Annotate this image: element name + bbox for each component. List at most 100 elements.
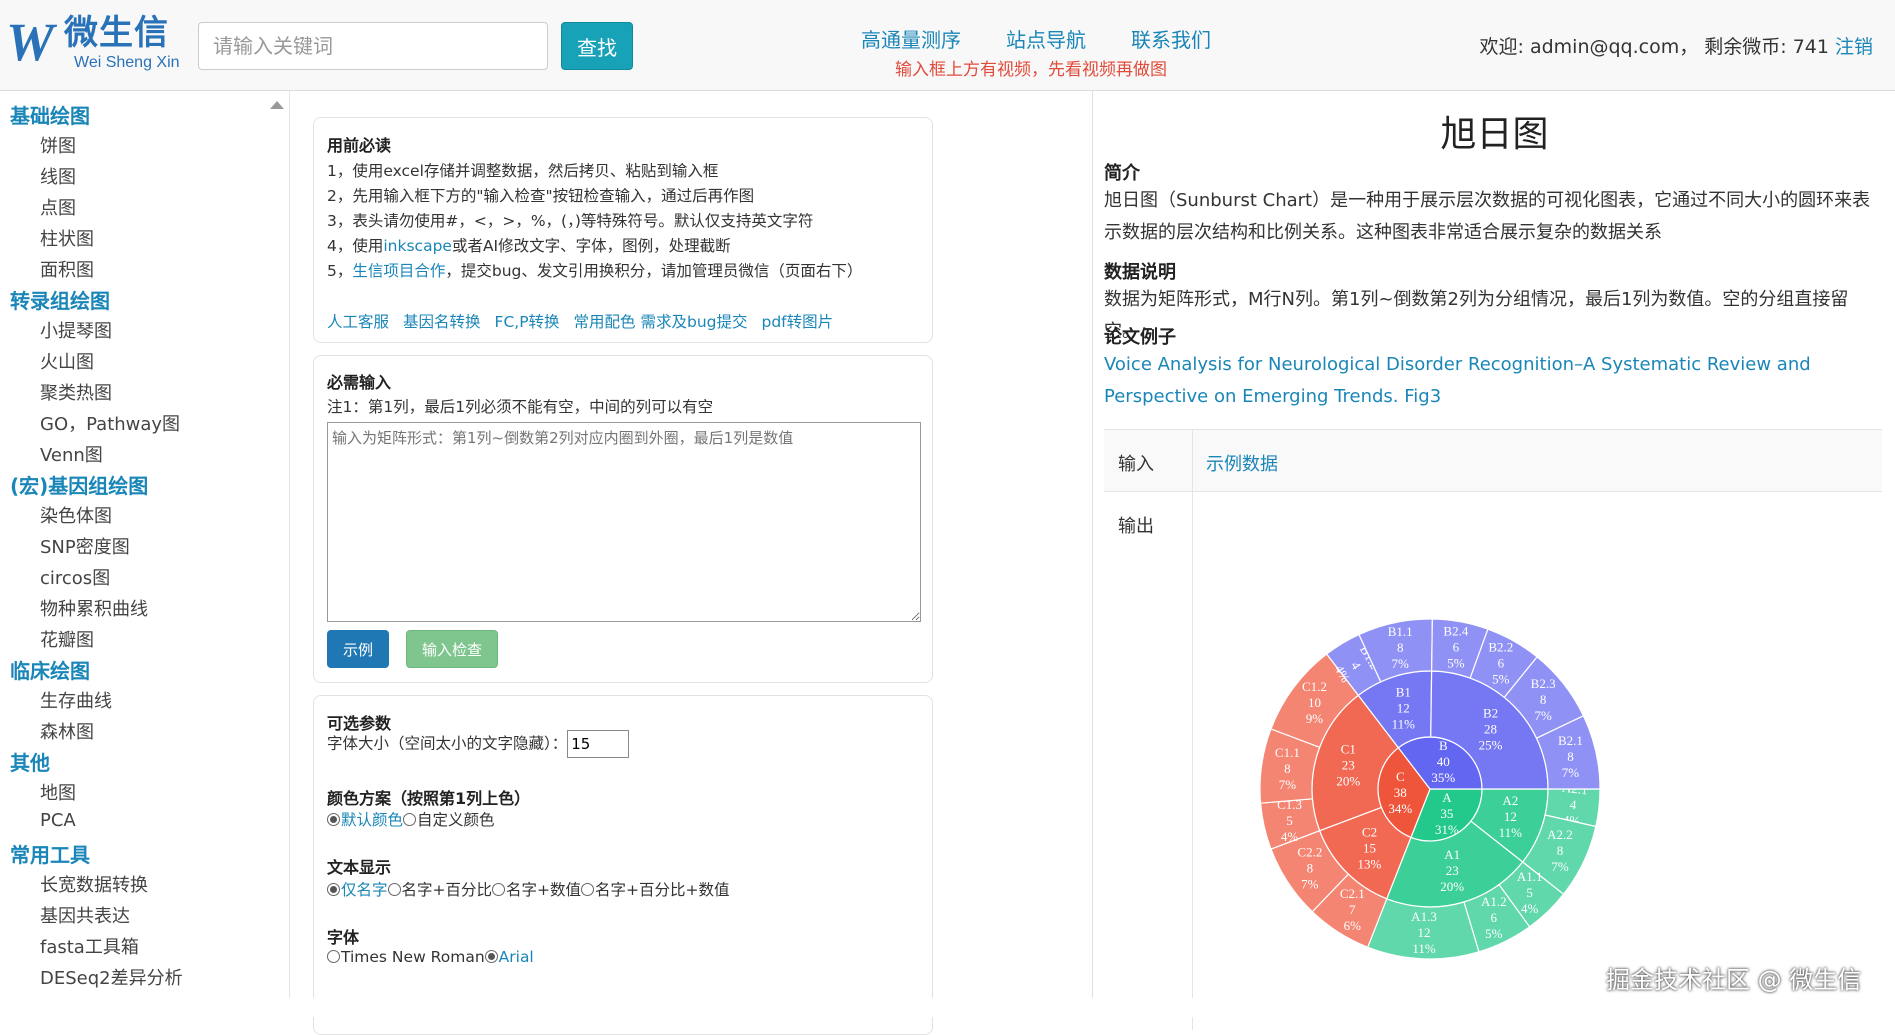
name-percent-value-label[interactable]: 名字+百分比+数值: [595, 881, 729, 899]
text-display-options: 仅名字 名字+百分比 名字+数值 名字+百分比+数值: [327, 878, 730, 900]
sunburst-text: C1.2: [1302, 679, 1327, 694]
site-logo[interactable]: W 微生信 Wei Sheng Xin: [6, 14, 181, 74]
sidebar-item-long-wide[interactable]: 长宽数据转换: [40, 871, 148, 897]
readme-line-4: 4，使用inkscape或者AI修改文字、字体，图例，处理截断: [327, 234, 731, 256]
nav-site-guide-link[interactable]: 站点导航: [1006, 24, 1086, 53]
sunburst-text: C1: [1341, 742, 1356, 757]
sidebar-item-venn[interactable]: Venn图: [40, 441, 103, 467]
fc-p-convert-link[interactable]: FC,P转换: [495, 313, 560, 331]
default-color-label[interactable]: 默认颜色: [341, 811, 403, 829]
custom-color-label[interactable]: 自定义颜色: [417, 811, 495, 829]
logo-letter: W: [6, 12, 55, 72]
palette-bug-link[interactable]: 常用配色 需求及bug提交: [574, 313, 748, 331]
sunburst-text: 40: [1437, 754, 1450, 769]
sidebar-item-survival[interactable]: 生存曲线: [40, 687, 112, 713]
customer-service-link[interactable]: 人工客服: [327, 313, 389, 331]
sidebar-item-fasta-tools[interactable]: fasta工具箱: [40, 933, 139, 959]
sunburst-text: 7%: [1301, 876, 1319, 891]
sidebar-item-violin[interactable]: 小提琴图: [40, 317, 112, 343]
sunburst-text: 28: [1484, 721, 1497, 736]
nav-sequencing-link[interactable]: 高通量测序: [861, 24, 961, 53]
sunburst-text: 7: [1349, 902, 1356, 917]
sidebar-category-other[interactable]: 其他: [10, 747, 50, 776]
cooperation-link[interactable]: 生信项目合作: [352, 262, 445, 280]
name-percent-label[interactable]: 名字+百分比: [402, 881, 493, 899]
sidebar-category-tools[interactable]: 常用工具: [10, 839, 90, 868]
sidebar-item-heatmap[interactable]: 聚类热图: [40, 379, 112, 405]
sunburst-chart: A 35 31% C 38 34% B 40 35% A2 12 11% A1 23 20% C2 15 13% C…: [1200, 540, 1720, 1020]
font-size-label: 字体大小（空间太小的文字隐藏）：: [327, 734, 568, 753]
watermark: 掘金技术社区 @ 微生信: [1606, 966, 1862, 994]
arial-label[interactable]: Arial: [499, 948, 534, 966]
readme-line-5-suffix: ，提交bug、发文引用换积分，请加管理员微信（页面右下）: [445, 262, 863, 280]
bottom-edge: [0, 998, 1895, 1017]
times-label[interactable]: Times New Roman: [341, 948, 485, 966]
radio-default-color[interactable]: [327, 813, 340, 826]
radio-name-value[interactable]: [492, 883, 506, 896]
input-check-button[interactable]: 输入检查: [406, 630, 498, 668]
sidebar-category-clinical[interactable]: 临床绘图: [10, 655, 90, 684]
sidebar-item-chromosome[interactable]: 染色体图: [40, 502, 112, 528]
inkscape-link[interactable]: inkscape: [383, 237, 452, 255]
gene-name-convert-link[interactable]: 基因名转换: [403, 313, 481, 331]
radio-custom-color[interactable]: [403, 813, 417, 826]
sidebar-item-deseq2[interactable]: DESeq2差异分析: [40, 964, 183, 990]
sidebar-item-pie[interactable]: 饼图: [40, 132, 76, 158]
radio-name-percent-value[interactable]: [581, 883, 595, 896]
sunburst-text: 5%: [1492, 672, 1510, 687]
example-button[interactable]: 示例: [327, 630, 389, 668]
sunburst-text: 8: [1557, 843, 1564, 858]
matrix-input[interactable]: [327, 422, 921, 622]
paper-link[interactable]: Voice Analysis for Neurological Disorder…: [1104, 349, 1884, 413]
sidebar-category-genome[interactable]: (宏)基因组绘图: [10, 470, 148, 499]
sidebar-item-species-accumulation[interactable]: 物种累积曲线: [40, 595, 148, 621]
sunburst-text: 5: [1286, 813, 1293, 828]
font-size-input[interactable]: [567, 730, 630, 758]
sidebar-item-pca[interactable]: PCA: [40, 810, 76, 831]
sidebar-item-volcano[interactable]: 火山图: [40, 348, 94, 374]
sunburst-text: 6: [1453, 639, 1460, 654]
sunburst-text: 35: [1440, 806, 1453, 821]
search-button[interactable]: 查找: [561, 22, 633, 70]
nav-contact-link[interactable]: 联系我们: [1131, 24, 1211, 53]
radio-arial[interactable]: [484, 950, 498, 963]
sunburst-svg: A3531%C3834%B4035%A21211%A12320%C21513%C…: [1259, 618, 1601, 960]
sidebar-item-go-pathway[interactable]: GO，Pathway图: [40, 410, 180, 436]
sidebar-category-transcriptome[interactable]: 转录组绘图: [10, 285, 110, 314]
sidebar-item-line[interactable]: 线图: [40, 163, 76, 189]
sunburst-text: B1.1: [1388, 624, 1413, 639]
example-data-link[interactable]: 示例数据: [1206, 450, 1278, 476]
sunburst-text: 6%: [1344, 918, 1362, 933]
sidebar-item-circos[interactable]: circos图: [40, 564, 110, 590]
sunburst-text: A1: [1444, 847, 1460, 862]
sidebar-item-coexpression[interactable]: 基因共表达: [40, 902, 130, 928]
name-only-label[interactable]: 仅名字: [341, 881, 388, 899]
pdf-to-image-link[interactable]: pdf转图片: [761, 313, 833, 331]
sidebar-item-forest[interactable]: 森林图: [40, 718, 94, 744]
logout-link[interactable]: 注销: [1835, 36, 1873, 58]
sunburst-text: 12: [1397, 700, 1410, 715]
readme-title: 用前必读: [327, 136, 392, 155]
sunburst-text: 9%: [1306, 711, 1324, 726]
radio-name-percent[interactable]: [387, 883, 401, 896]
sidebar-item-map[interactable]: 地图: [40, 779, 76, 805]
sidebar-item-area[interactable]: 面积图: [40, 256, 94, 282]
sidebar-category-basic[interactable]: 基础绘图: [10, 100, 90, 129]
name-value-label[interactable]: 名字+数值: [506, 881, 581, 899]
sunburst-text: 25%: [1479, 737, 1503, 752]
sunburst-text: 10: [1308, 695, 1321, 710]
search-input[interactable]: [198, 22, 548, 70]
sidebar-item-snp-density[interactable]: SNP密度图: [40, 533, 130, 559]
sidebar-item-scatter[interactable]: 点图: [40, 194, 76, 220]
scroll-up-arrow-icon[interactable]: [270, 101, 284, 109]
radio-name-only[interactable]: [327, 883, 340, 896]
radio-times[interactable]: [327, 950, 340, 963]
sunburst-text: B2.2: [1488, 640, 1513, 655]
sunburst-text: 7%: [1392, 656, 1410, 671]
sidebar-item-bar[interactable]: 柱状图: [40, 225, 94, 251]
sunburst-text: B2.3: [1531, 676, 1556, 691]
sunburst-text: 8: [1307, 860, 1314, 875]
sidebar-item-petal[interactable]: 花瓣图: [40, 626, 94, 652]
sunburst-text: 20%: [1440, 879, 1464, 894]
readme-card: 用前必读 1，使用excel存储并调整数据，然后拷贝、粘贴到输入框 2，先用输入…: [313, 117, 933, 343]
